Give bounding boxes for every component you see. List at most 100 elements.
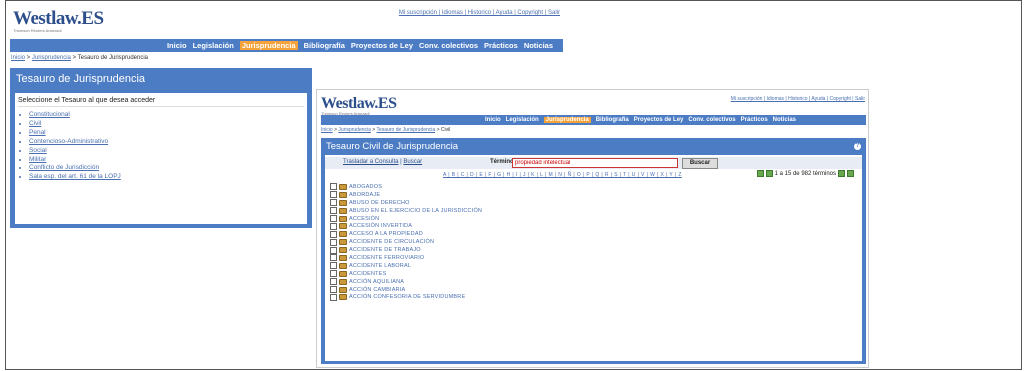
- term-checkbox[interactable]: [330, 246, 337, 254]
- tesauro-item-civil[interactable]: Civil: [29, 120, 121, 129]
- breadcrumb-inicio[interactable]: Inicio: [321, 127, 333, 133]
- prev-page-icon[interactable]: [765, 170, 773, 177]
- next-page-icon[interactable]: [838, 170, 845, 177]
- main-nav: Inicio Legislación Jurisprudencia Biblio…: [10, 39, 563, 52]
- logo-text: Westlaw.ES: [321, 95, 397, 112]
- list-item: ACCIÓN CONFESORIA DE SERVIDUMBRE: [330, 293, 482, 301]
- help-icon[interactable]: ?: [854, 143, 861, 150]
- term-link[interactable]: ABUSO DE DERECHO: [349, 200, 410, 206]
- tesauro-list: Constitucional Civil Penal Contencioso-A…: [17, 111, 121, 182]
- folder-icon[interactable]: [339, 247, 347, 254]
- nav-inicio[interactable]: Inicio: [485, 117, 501, 123]
- term-link[interactable]: ABUSO EN EL EJERCICIO DE LA JURISDICCIÓN: [349, 208, 482, 214]
- term-link[interactable]: ACCESIÓN INVERTIDA: [349, 223, 412, 229]
- nav-conv-colectivos[interactable]: Conv. colectivos: [688, 117, 735, 123]
- tesauro-item-constitucional[interactable]: Constitucional: [29, 111, 121, 120]
- nav-proyectos-de-ley[interactable]: Proyectos de Ley: [351, 41, 413, 50]
- tesauro-item-sala-especial[interactable]: Sala esp. del art. 61 de la LOPJ: [29, 173, 121, 182]
- buscar-link[interactable]: Buscar: [403, 159, 422, 165]
- breadcrumb-jurisprudencia[interactable]: Jurisprudencia: [338, 127, 371, 133]
- nav-legislacion[interactable]: Legislación: [193, 41, 234, 50]
- term-link[interactable]: ABORDAJE: [349, 192, 380, 198]
- folder-icon[interactable]: [339, 286, 347, 293]
- breadcrumb-jurisprudencia[interactable]: Jurisprudencia: [32, 55, 71, 61]
- top-links[interactable]: Mi suscripción | Idiomas | Historico | A…: [731, 96, 865, 102]
- trasladar-a-consulta-link[interactable]: Trasladar a Consulta: [343, 159, 398, 165]
- nav-practicos[interactable]: Prácticos: [484, 41, 518, 50]
- term-checkbox[interactable]: [330, 254, 337, 262]
- term-checkbox[interactable]: [330, 278, 337, 286]
- nav-legislacion[interactable]: Legislación: [506, 117, 539, 123]
- term-link[interactable]: ACCIÓN AQUILIANA: [349, 279, 404, 285]
- term-link[interactable]: ACCIDENTE LABORAL: [349, 263, 411, 269]
- folder-icon[interactable]: [339, 262, 347, 269]
- tesauro-item-conflicto[interactable]: Conflicto de Jurisdicción: [29, 164, 121, 173]
- folder-icon[interactable]: [339, 270, 347, 277]
- term-search-input[interactable]: [512, 158, 678, 168]
- term-checkbox[interactable]: [330, 230, 337, 238]
- term-link[interactable]: ACCIDENTE DE TRABAJO: [349, 247, 421, 253]
- term-checkbox[interactable]: [330, 270, 337, 278]
- term-link[interactable]: ABOGADOS: [349, 184, 382, 190]
- westlaw-logo[interactable]: Westlaw.ES Thomson Reuters Aranzadi: [13, 8, 104, 33]
- term-link[interactable]: ACCIDENTE FERROVIARIO: [349, 255, 424, 261]
- first-page-icon[interactable]: [756, 170, 764, 177]
- folder-icon[interactable]: [339, 191, 347, 198]
- term-checkbox[interactable]: [330, 262, 337, 270]
- folder-icon[interactable]: [339, 183, 347, 190]
- term-checkbox[interactable]: [330, 293, 337, 301]
- term-checkbox[interactable]: [330, 215, 337, 222]
- top-links[interactable]: Mi suscripción | Idiomas | Historico | A…: [399, 10, 560, 16]
- pager: 1 a 15 de 982 términos: [756, 170, 854, 177]
- folder-icon[interactable]: [339, 239, 347, 246]
- folder-icon[interactable]: [339, 231, 347, 238]
- breadcrumb-inicio[interactable]: Inicio: [11, 55, 25, 61]
- westlaw-logo[interactable]: Westlaw.ES Thomson Reuters Aranzadi: [321, 95, 397, 116]
- nav-proyectos-de-ley[interactable]: Proyectos de Ley: [634, 117, 684, 123]
- list-item: ACCIDENTES: [330, 270, 482, 278]
- term-link[interactable]: ACCIDENTES: [349, 271, 386, 277]
- term-link[interactable]: ACCESIÓN: [349, 216, 379, 222]
- term-link[interactable]: ACCIÓN CAMBIARIA: [349, 287, 405, 293]
- term-checkbox[interactable]: [330, 191, 337, 199]
- nav-jurisprudencia[interactable]: Jurisprudencia: [543, 117, 591, 123]
- nav-bibliografia[interactable]: Bibliografía: [596, 117, 629, 123]
- tesauro-item-social[interactable]: Social: [29, 147, 121, 156]
- term-link[interactable]: ACCIDENTE DE CIRCULACIÓN: [349, 239, 434, 245]
- term-checkbox[interactable]: [330, 222, 337, 230]
- nav-bibliografia[interactable]: Bibliografía: [304, 41, 345, 50]
- nav-jurisprudencia[interactable]: Jurisprudencia: [239, 41, 298, 50]
- folder-icon[interactable]: [339, 254, 347, 261]
- term-list: ABOGADOS ABORDAJE ABUSO DE DERECHO ABUSO EN…: [330, 183, 482, 301]
- tesauro-item-contencioso[interactable]: Contencioso-Administrativo: [29, 138, 121, 147]
- folder-icon[interactable]: [339, 199, 347, 206]
- tesauro-item-penal[interactable]: Penal: [29, 129, 121, 138]
- nav-noticias[interactable]: Noticias: [773, 117, 796, 123]
- list-item: ACCESIÓN: [330, 215, 482, 223]
- term-checkbox[interactable]: [330, 183, 337, 191]
- tesauro-panel: Tesauro de Jurisprudencia Seleccione el …: [10, 68, 312, 228]
- term-link[interactable]: ACCESO A LA PROPIEDAD: [349, 231, 423, 237]
- panel-body: Seleccione el Tesauro al que desea acced…: [15, 93, 307, 224]
- folder-icon[interactable]: [339, 207, 347, 214]
- folder-icon[interactable]: [339, 294, 347, 301]
- last-page-icon[interactable]: [847, 170, 854, 177]
- term-link[interactable]: ACCIÓN CONFESORIA DE SERVIDUMBRE: [349, 294, 465, 300]
- breadcrumb-tesauro[interactable]: Tesauro de Jurisprudencia: [377, 127, 436, 133]
- search-button[interactable]: Buscar: [682, 158, 718, 169]
- folder-icon[interactable]: [339, 215, 347, 222]
- folder-icon[interactable]: [339, 278, 347, 285]
- term-checkbox[interactable]: [330, 207, 337, 215]
- list-item: ACCIDENTE DE TRABAJO: [330, 246, 482, 254]
- nav-noticias[interactable]: Noticias: [524, 41, 553, 50]
- term-checkbox[interactable]: [330, 286, 337, 294]
- nav-practicos[interactable]: Prácticos: [741, 117, 768, 123]
- intro-text: Seleccione el Tesauro al que desea acced…: [18, 97, 304, 107]
- tesauro-item-militar[interactable]: Militar: [29, 156, 121, 165]
- folder-icon[interactable]: [339, 223, 347, 230]
- alphabet-index[interactable]: A | B | C | D | E | F | G | H | I | J | …: [443, 172, 682, 178]
- term-checkbox[interactable]: [330, 238, 337, 246]
- nav-inicio[interactable]: Inicio: [167, 41, 187, 50]
- term-checkbox[interactable]: [330, 199, 337, 207]
- nav-conv-colectivos[interactable]: Conv. colectivos: [419, 41, 478, 50]
